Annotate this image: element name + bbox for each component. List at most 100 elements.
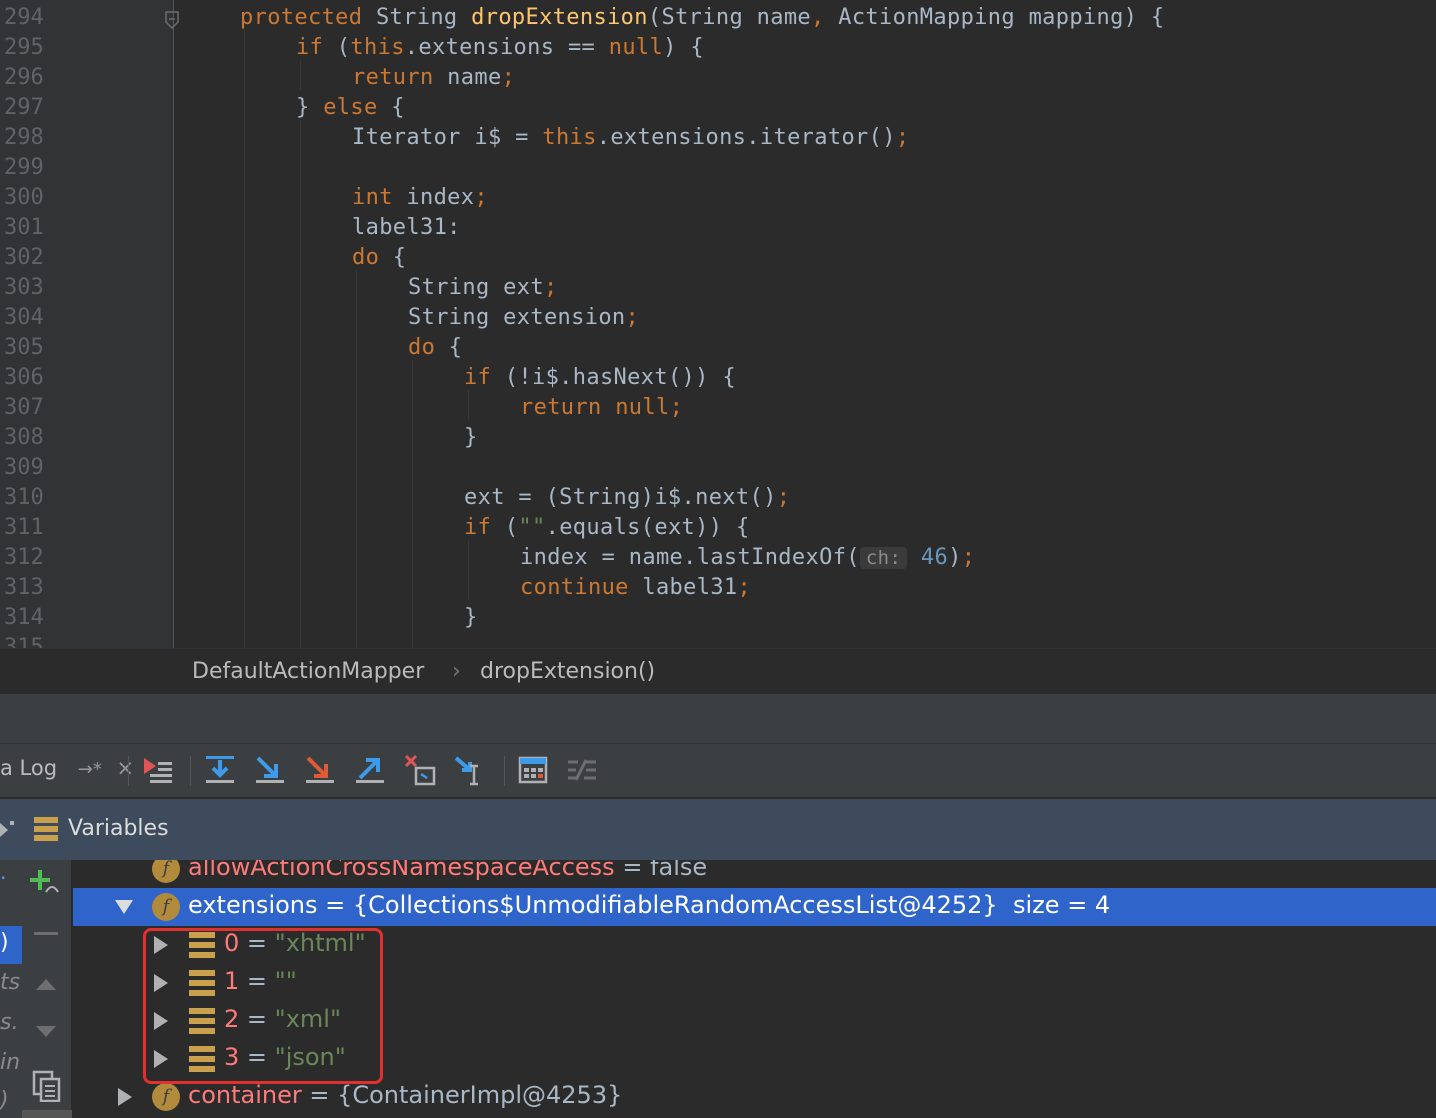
breadcrumb-class[interactable]: DefaultActionMapper <box>192 659 424 684</box>
variable-eq: = <box>614 860 651 881</box>
code-line-301[interactable]: label31: <box>352 213 461 243</box>
code-editor[interactable]: 294 295 296 297 298 299 300 301 302 303 … <box>0 0 1436 648</box>
variables-side-toolbar <box>22 860 72 1118</box>
drop-frame-icon[interactable] <box>402 752 438 788</box>
variable-value: {ContainerImpl@4253} <box>337 1081 623 1109</box>
variables-header: Variables <box>0 798 1436 860</box>
variables-title: Variables <box>68 816 169 841</box>
code-line-295[interactable]: if (this.extensions == null) { <box>296 33 704 63</box>
parameter-hint: ch: <box>859 547 908 569</box>
indent-guide <box>244 30 245 648</box>
variable-row-selected[interactable]: f extensions = {Collections$Unmodifiable… <box>73 888 1436 926</box>
line-number: 310 <box>4 485 44 510</box>
line-number: 311 <box>4 515 44 540</box>
code-line-304[interactable]: String extension; <box>408 303 639 333</box>
line-number: 306 <box>4 365 44 390</box>
code-line-310[interactable]: ext = (String)i$.next(); <box>464 483 790 513</box>
line-number: 302 <box>4 245 44 270</box>
code-line-306[interactable]: if (!i$.hasNext()) { <box>464 363 736 393</box>
variable-value: false <box>650 860 708 881</box>
breadcrumb-separator: › <box>452 659 461 684</box>
selected-frame[interactable]: ) <box>0 926 22 964</box>
line-number: 313 <box>4 575 44 600</box>
debug-toolbar: a Log →* × <box>0 744 1436 798</box>
code-line-312[interactable]: index = name.lastIndexOf(ch: 46); <box>520 543 975 573</box>
line-number: 294 <box>4 5 44 30</box>
annotation-highlight-box <box>143 928 383 1084</box>
line-number: 300 <box>4 185 44 210</box>
fold-marker-icon[interactable] <box>164 10 180 30</box>
line-number: 312 <box>4 545 44 570</box>
code-line-313[interactable]: continue label31; <box>520 573 751 603</box>
frame-marker-icon: · <box>0 866 7 890</box>
code-line-305[interactable]: do { <box>408 333 462 363</box>
toolbar-separator <box>128 756 129 786</box>
code-line-302[interactable]: do { <box>352 243 406 273</box>
indent-guide <box>468 390 469 420</box>
field-icon: f <box>152 1083 180 1111</box>
line-number: 299 <box>4 155 44 180</box>
code-line-311[interactable]: if ("".equals(ext)) { <box>464 513 750 543</box>
frame-text: ) <box>0 930 9 955</box>
indent-guide <box>356 270 357 648</box>
pin-tab-icon[interactable]: →* <box>78 759 102 780</box>
frame-text: ts <box>0 970 21 995</box>
move-up-icon[interactable] <box>34 976 58 992</box>
line-number: 297 <box>4 95 44 120</box>
move-down-icon[interactable] <box>34 1024 58 1040</box>
collapse-panel-icon[interactable] <box>0 819 16 841</box>
evaluate-expression-icon[interactable] <box>516 752 552 788</box>
show-execution-point-icon[interactable] <box>140 752 176 788</box>
breadcrumb: DefaultActionMapper › dropExtension() <box>0 648 1436 694</box>
duplicate-watch-icon[interactable] <box>32 1070 62 1102</box>
code-line-307[interactable]: return null; <box>520 393 683 423</box>
expand-arrow-icon[interactable] <box>118 1088 132 1106</box>
line-number: 309 <box>4 455 44 480</box>
line-number: 304 <box>4 305 44 330</box>
force-step-into-icon[interactable] <box>302 752 338 788</box>
line-number: 295 <box>4 35 44 60</box>
code-line-308[interactable]: } <box>464 423 478 453</box>
code-line-300[interactable]: int index; <box>352 183 488 213</box>
variable-size: size = 4 <box>997 891 1111 919</box>
frame-text: ) <box>0 1088 9 1113</box>
code-line-294[interactable]: protected String dropExtension(String na… <box>240 3 1165 33</box>
close-tab-icon[interactable]: × <box>117 756 135 780</box>
console-tab[interactable]: a Log →* × <box>0 756 134 780</box>
line-number: 301 <box>4 215 44 240</box>
variable-value: {Collections$UnmodifiableRandomAccessLis… <box>352 891 998 919</box>
line-number: 315 <box>4 635 44 648</box>
breadcrumb-method[interactable]: dropExtension() <box>480 659 655 684</box>
empty-panel-band <box>0 694 1436 744</box>
variable-eq: = <box>317 891 353 919</box>
toolbar-separator <box>190 756 191 786</box>
variable-name: allowActionCrossNamespaceAccess <box>188 860 615 881</box>
code-line-303[interactable]: String ext; <box>408 273 558 303</box>
indent-guide <box>300 60 301 90</box>
remove-watch-icon[interactable] <box>34 932 58 935</box>
indent-guide <box>412 360 413 648</box>
new-watch-icon[interactable] <box>30 868 62 900</box>
code-line-297[interactable]: } else { <box>296 93 405 123</box>
variable-row[interactable]: f allowActionCrossNamespaceAccess = fals… <box>73 860 1436 888</box>
line-number: 296 <box>4 65 44 90</box>
line-number: 303 <box>4 275 44 300</box>
code-line-314[interactable]: } <box>464 603 478 633</box>
indent-guide <box>468 540 469 600</box>
collapse-arrow-icon[interactable] <box>115 900 133 914</box>
step-into-icon[interactable] <box>252 752 288 788</box>
side-toolbar-scroll[interactable] <box>22 1110 72 1118</box>
trace-current-stream-icon[interactable] <box>564 752 600 788</box>
frame-text: in <box>0 1050 21 1075</box>
console-tab-label: a Log <box>0 756 58 780</box>
code-line-298[interactable]: Iterator i$ = this.extensions.iterator()… <box>352 123 909 153</box>
run-to-cursor-icon[interactable] <box>452 752 488 788</box>
frames-panel-fragment[interactable]: · ) ts s. in ) <box>0 860 22 1118</box>
step-over-icon[interactable] <box>202 752 238 788</box>
step-out-icon[interactable] <box>352 752 388 788</box>
variable-name: container <box>188 1081 302 1109</box>
field-icon: f <box>152 860 180 883</box>
code-line-296[interactable]: return name; <box>352 63 515 93</box>
variable-eq: = <box>301 1081 338 1109</box>
line-number: 307 <box>4 395 44 420</box>
